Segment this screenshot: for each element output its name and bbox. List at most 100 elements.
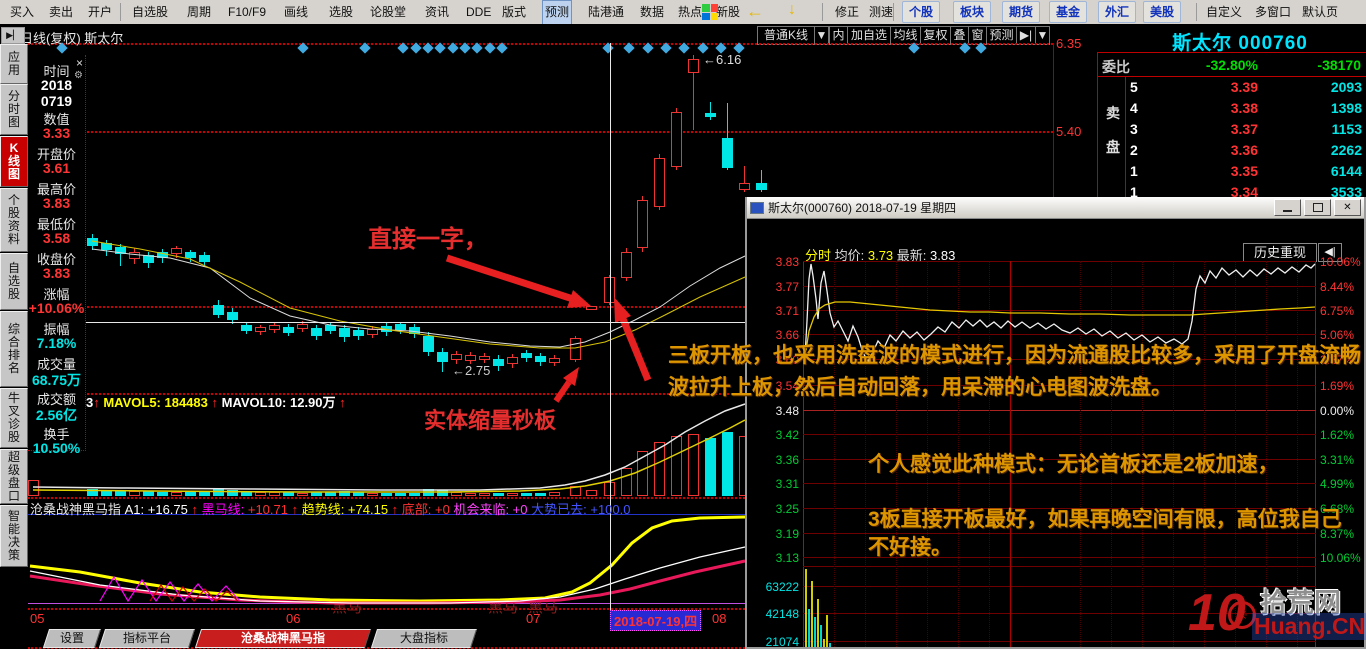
intraday-volume-bar — [808, 609, 810, 647]
intraday-grid-line — [803, 410, 1316, 411]
sidebar-tab-K线图[interactable]: K线图 — [0, 136, 28, 187]
intraday-vol-label: 42148 — [765, 607, 799, 621]
mavol-header-part: ↑ — [339, 395, 346, 410]
volume-bar — [570, 486, 581, 496]
candle — [507, 357, 518, 364]
watermark-en: Huang.CN — [1252, 613, 1366, 640]
site-watermark: 10 ✳ 拾荒网 Huang.CN — [1188, 581, 1366, 649]
bottom-tab-设置[interactable]: 设置 — [42, 629, 102, 648]
intraday-grid-line — [803, 261, 1316, 262]
chart-right-border — [1053, 43, 1054, 197]
crosshair-vertical — [610, 43, 611, 610]
candle — [129, 252, 140, 259]
candle — [87, 238, 98, 246]
candle — [185, 252, 196, 258]
volume-bar — [339, 491, 350, 496]
queue-row-volume: 1153 — [1331, 121, 1362, 137]
candle — [637, 200, 648, 248]
volume-bar — [101, 490, 112, 496]
sidebar-tab-自选股[interactable]: 自选股 — [0, 253, 28, 310]
sell-side-label: 盘 — [1106, 139, 1120, 155]
intraday-volume-bar — [826, 615, 828, 647]
candle — [367, 329, 378, 335]
intraday-grid-line — [803, 483, 1316, 484]
intraday-price-label: 3.42 — [775, 428, 799, 442]
sidebar-tab-超级盘口[interactable]: 超级盘口 — [0, 449, 28, 504]
queue-row-num: 5 — [1130, 79, 1138, 95]
volume-bar — [227, 490, 238, 496]
candle — [269, 325, 280, 330]
indicator-header-part: A1: +16.75 — [121, 502, 192, 517]
intraday-grid-line — [803, 310, 1316, 311]
info-value-最高价: 3.83 — [42, 195, 71, 211]
intraday-price-label: 3.48 — [775, 404, 799, 418]
sidebar-tab-分时图[interactable]: 分时图 — [0, 84, 28, 135]
mavol-header: 3↑ MAVOL5: 184483 ↑ MAVOL10: 12.90万 ↑ — [86, 392, 346, 411]
indicator-header-part: +10.71 — [244, 502, 292, 517]
annotation-line4: 3板直接开板最好，如果再晚空间有限，高位我自己 — [868, 508, 1342, 531]
volume-bar — [493, 493, 504, 496]
queue-row-num: 1 — [1130, 163, 1138, 179]
info-value-最低价: 3.58 — [42, 230, 71, 246]
price-axis-top-label: 6.35 — [1056, 36, 1082, 51]
volume-bar — [637, 451, 648, 496]
candle — [143, 255, 154, 263]
sidebar-tab-牛叉诊股[interactable]: 牛叉诊股 — [0, 388, 28, 448]
sidebar-tab-个股资料[interactable]: 个股资料 — [0, 188, 28, 252]
bottom-tab-指标平台[interactable]: 指标平台 — [98, 629, 196, 648]
candle — [535, 356, 546, 362]
bottom-tab-大盘指标[interactable]: 大盘指标 — [370, 629, 478, 648]
info-value-成交量: 68.75万 — [31, 372, 82, 388]
volume-bar — [241, 491, 252, 496]
volume-bar — [722, 432, 733, 496]
intraday-volume-bar — [805, 569, 807, 647]
intraday-pct-label: 10.06% — [1320, 255, 1361, 269]
sidebar-tab-智能决策[interactable]: 智能决策 — [0, 505, 28, 567]
sidebar-tab-应用[interactable]: 应用 — [0, 44, 28, 84]
volume-bar — [87, 489, 98, 496]
weibi-percent: -32.80% — [1205, 57, 1258, 73]
candle — [409, 327, 420, 334]
candle — [227, 312, 238, 320]
info-value-开盘价: 3.61 — [42, 160, 71, 176]
intraday-price-label: 3.36 — [775, 453, 799, 467]
volume-bar — [213, 488, 224, 496]
intraday-price-label: 3.77 — [775, 280, 799, 294]
volume-bar — [28, 480, 39, 496]
annotation-line3: 个人感觉此种模式：无论首板还是2板加速， — [868, 453, 1279, 476]
indicator-violet-line — [28, 603, 745, 604]
queue-row-volume: 2093 — [1330, 79, 1362, 95]
candle — [395, 324, 406, 330]
intraday-grid-vline — [865, 261, 866, 647]
volume-bar — [255, 492, 266, 496]
high-price-tag: ←6.16 — [703, 52, 742, 67]
weibi-divider — [1098, 76, 1366, 77]
candle — [297, 324, 308, 329]
candle — [423, 336, 434, 352]
intraday-price-label: 3.71 — [775, 304, 799, 318]
sidebar-collapse-button[interactable]: ▶▏ — [1, 27, 25, 44]
volume-bar — [705, 438, 716, 496]
volume-bar — [451, 492, 462, 496]
history-replay-button[interactable]: 历史重现 — [1243, 243, 1317, 262]
volume-bar — [115, 490, 126, 496]
volume-bar — [171, 492, 182, 496]
stock-title: 斯太尔 000760 — [1172, 33, 1308, 54]
candle — [283, 327, 294, 333]
intraday-price-label: 3.19 — [775, 527, 799, 541]
crosshair-date-label: 2018-07-19,四 — [610, 610, 702, 631]
intraday-pct-label: 4.99% — [1320, 477, 1355, 491]
candle — [586, 306, 597, 310]
intraday-vol-label: 63222 — [765, 580, 799, 594]
low-price-tag: ←2.75 — [452, 363, 491, 378]
intraday-grid-vline — [834, 261, 835, 647]
info-value-振幅: 7.18% — [36, 335, 77, 351]
intraday-volume-bar — [820, 625, 822, 647]
indicator-header-part: 机会来临: +0 — [449, 502, 528, 517]
sidebar-tab-综合排名[interactable]: 综合排名 — [0, 311, 28, 387]
volume-bar — [688, 434, 699, 496]
bottom-tab-沧桑战神黑马指[interactable]: 沧桑战神黑马指 — [194, 629, 372, 648]
intraday-vol-label: 21074 — [765, 635, 799, 649]
grid-dotted-line — [28, 43, 1053, 45]
candle — [521, 353, 532, 358]
